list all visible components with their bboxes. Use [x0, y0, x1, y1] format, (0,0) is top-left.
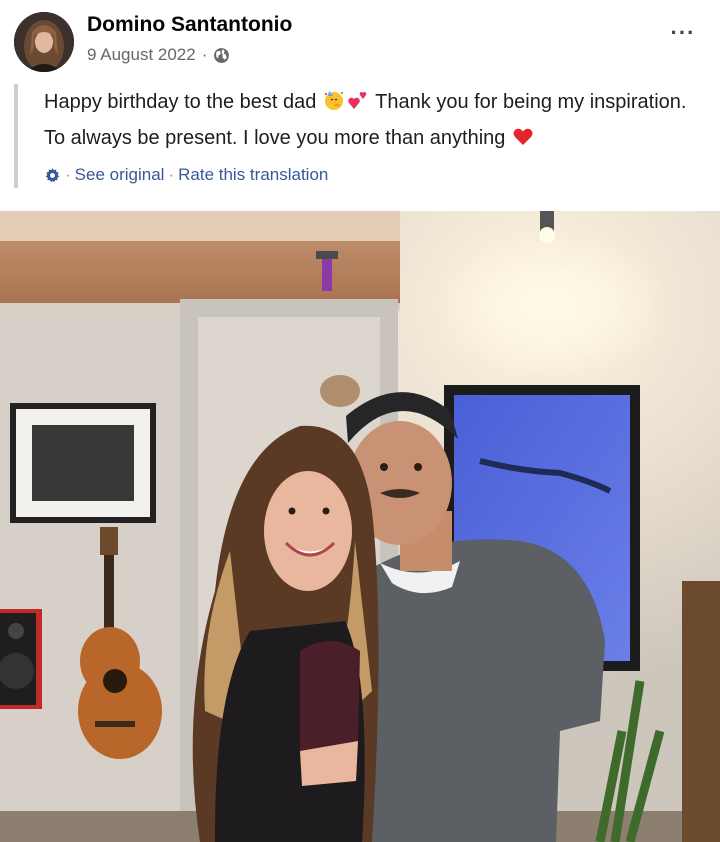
translated-text-block: Happy birthday to the best dad Thank you…: [14, 84, 704, 188]
meta-separator: ·: [201, 45, 208, 64]
see-original-link[interactable]: See original: [75, 165, 165, 185]
two-hearts-emoji: [346, 88, 370, 122]
post-meta: 9 August 2022 ·: [87, 45, 230, 65]
message-text-part1: Happy birthday to the best dad: [44, 91, 317, 113]
gear-icon[interactable]: [44, 167, 61, 184]
red-heart-emoji: [511, 124, 535, 158]
link-separator: ·: [168, 165, 175, 184]
party-face-emoji: [322, 88, 346, 122]
post-header: Domino Santantonio 9 August 2022 · ···: [0, 0, 720, 80]
globe-icon[interactable]: [213, 47, 230, 64]
avatar-image: [14, 12, 74, 72]
photo-father-daughter: [0, 211, 720, 842]
avatar[interactable]: [14, 12, 74, 72]
author-name[interactable]: Domino Santantonio: [87, 13, 292, 37]
translation-links: · See original · Rate this translation: [44, 165, 704, 185]
post-date[interactable]: 9 August 2022: [87, 45, 196, 65]
link-separator: ·: [65, 165, 71, 184]
more-options-button[interactable]: ···: [666, 22, 700, 52]
rate-translation-link[interactable]: Rate this translation: [178, 165, 328, 185]
facebook-post: Domino Santantonio 9 August 2022 · ··· H…: [0, 0, 720, 842]
post-photo[interactable]: [0, 211, 720, 842]
post-message: Happy birthday to the best dad Thank you…: [44, 86, 704, 158]
